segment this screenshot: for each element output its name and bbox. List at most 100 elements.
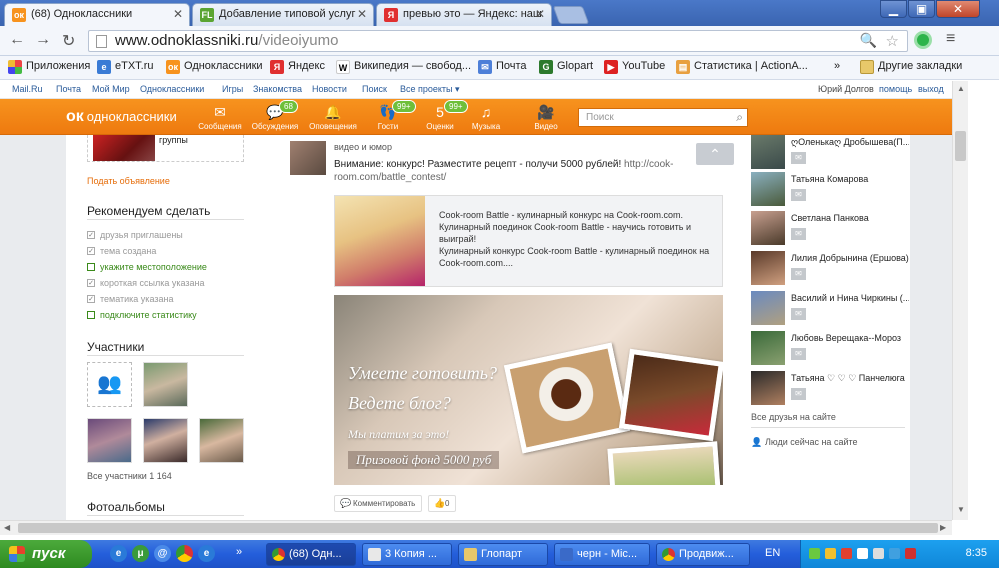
link-novosti[interactable]: Новости: [312, 84, 347, 94]
tray-icon[interactable]: [905, 548, 916, 559]
nav-messages[interactable]: ✉ Сообщения: [194, 102, 246, 131]
utorrent-icon[interactable]: μ: [132, 545, 149, 562]
friend-item[interactable]: ღОленькаღ Дробышева(П... ✉: [751, 135, 909, 171]
nav-ratings[interactable]: 5 Оценки 99+: [414, 100, 468, 131]
close-icon[interactable]: ✕: [357, 7, 367, 21]
nav-guests[interactable]: 👣 Гости 99+: [362, 100, 416, 131]
bookmark-ok[interactable]: ок Одноклассники: [166, 60, 263, 74]
language-indicator[interactable]: EN: [765, 547, 780, 559]
bookmark-other[interactable]: Другие закладки: [860, 60, 962, 74]
taskbar-item-copy[interactable]: 3 Копия ...: [362, 543, 452, 566]
site-logo[interactable]: ок одноклассники: [66, 108, 177, 126]
logout-link[interactable]: выход: [918, 84, 944, 94]
scroll-thumb[interactable]: [955, 131, 966, 161]
member-photo[interactable]: [87, 418, 132, 463]
back-icon[interactable]: ←: [9, 31, 25, 49]
ie-icon[interactable]: e: [198, 545, 215, 562]
add-member-icon[interactable]: 👥: [87, 362, 132, 407]
recommend-item[interactable]: подключите статистику: [87, 310, 197, 320]
new-tab-button[interactable]: [552, 6, 590, 24]
comment-button[interactable]: 💬 Комментировать: [334, 495, 423, 512]
nav-notifications[interactable]: 🔔 Оповещения: [307, 102, 359, 131]
bookmark-mail[interactable]: ✉ Почта: [478, 60, 527, 74]
post-ad-link[interactable]: Подать объявление: [87, 176, 170, 186]
friend-item[interactable]: Татьяна ♡ ♡ ♡ Панчелюга ✉: [751, 371, 905, 407]
friend-item[interactable]: Лилия Добрынина (Ершова) ✉: [751, 251, 909, 287]
bookmarks-more[interactable]: »: [834, 60, 840, 72]
help-link[interactable]: помощь: [879, 84, 912, 94]
maximize-button[interactable]: ▣: [908, 0, 935, 18]
bookmark-wikipedia[interactable]: W Википедия — свобод...: [336, 60, 471, 74]
star-icon[interactable]: ☆: [886, 32, 899, 50]
minimize-button[interactable]: ▁: [880, 0, 907, 18]
bookmark-glopart[interactable]: G Glopart: [539, 60, 593, 74]
friend-item[interactable]: Светлана Панкова ✉: [751, 211, 901, 247]
all-friends-link[interactable]: Все друзья на сайте: [751, 412, 836, 422]
member-photo[interactable]: [143, 418, 188, 463]
nav-music[interactable]: ♫ Музыка: [460, 102, 512, 131]
group-avatar[interactable]: [290, 141, 326, 175]
tab-fl[interactable]: FL Добавление типовой услуг ✕: [192, 3, 374, 26]
link-preview-card[interactable]: Cook-room Battle - кулинарный конкурс на…: [334, 195, 723, 287]
volume-icon[interactable]: [873, 548, 884, 559]
nav-video[interactable]: 🎥 Видео: [520, 102, 572, 131]
taskbar-item-word[interactable]: черн - Mic...: [554, 543, 650, 566]
user-name[interactable]: Юрий Долгов: [818, 84, 874, 94]
close-icon[interactable]: ✕: [173, 7, 183, 21]
chrome-icon[interactable]: [176, 545, 193, 562]
tab-odnoklassniki[interactable]: ок (68) Одноклассники ✕: [4, 3, 190, 26]
start-button[interactable]: пуск: [0, 540, 92, 568]
bookmark-actionads[interactable]: ▤ Статистика | ActionA...: [676, 60, 808, 74]
tray-icon[interactable]: [809, 548, 820, 559]
people-online-link[interactable]: 👤 Люди сейчас на сайте: [751, 437, 858, 447]
tray-icon[interactable]: [841, 548, 852, 559]
link-poisk[interactable]: Поиск: [362, 84, 387, 94]
post-group-name[interactable]: видео и юмор: [334, 141, 392, 154]
post-banner-image[interactable]: Умеете готовить? Ведете блог? Мы платим …: [334, 295, 723, 485]
friend-item[interactable]: Татьяна Комарова ✉: [751, 172, 901, 208]
network-icon[interactable]: [857, 548, 868, 559]
url-input[interactable]: www.odnoklassniki.ru/videoiyumo 🔍 ☆: [88, 30, 908, 52]
mailagent-icon[interactable]: @: [154, 545, 171, 562]
scroll-up-button[interactable]: ⌃: [696, 143, 734, 165]
close-window-button[interactable]: ✕: [936, 0, 980, 18]
ie-icon[interactable]: e: [110, 545, 127, 562]
friend-item[interactable]: Василий и Нина Чиркины (... ✉: [751, 291, 909, 327]
nav-discussions[interactable]: 💬 Обсуждения 68: [249, 100, 301, 131]
friend-item[interactable]: Любовь Верещака--Мороз ✉: [751, 331, 901, 367]
all-members-link[interactable]: Все участники 1 164: [87, 471, 172, 481]
tab-yandex[interactable]: Я превью это — Яндекс: наш ✕: [376, 3, 552, 26]
bookmark-yandex[interactable]: Я Яндекс: [270, 60, 325, 74]
link-pochta[interactable]: Почта: [56, 84, 81, 94]
scroll-thumb[interactable]: [18, 523, 938, 533]
menu-icon[interactable]: ≡: [946, 30, 955, 48]
forward-icon[interactable]: →: [35, 31, 51, 49]
link-all-projects[interactable]: Все проекты ▾: [400, 84, 460, 95]
link-znakomstva[interactable]: Знакомства: [253, 84, 302, 94]
search-icon[interactable]: ⌕: [736, 110, 743, 125]
horizontal-scrollbar[interactable]: ◀ ▶: [0, 520, 952, 535]
taskbar-item-glopart[interactable]: Глопарт: [458, 543, 548, 566]
group-photo[interactable]: [93, 135, 155, 161]
taskbar-item-chrome[interactable]: (68) Одн...: [266, 543, 356, 566]
bookmark-apps[interactable]: Приложения: [8, 60, 90, 74]
tray-icon[interactable]: [825, 548, 836, 559]
tray-icon[interactable]: [889, 548, 900, 559]
close-icon[interactable]: ✕: [535, 7, 545, 21]
member-photo[interactable]: [199, 418, 244, 463]
bookmark-etxt[interactable]: e eTXT.ru: [97, 60, 154, 74]
taskbar-item-promo[interactable]: Продвиж...: [656, 543, 750, 566]
link-odnoklassniki[interactable]: Одноклассники: [140, 84, 204, 94]
member-photo[interactable]: [143, 362, 188, 407]
site-search-input[interactable]: Поиск ⌕: [578, 108, 748, 127]
bookmark-youtube[interactable]: ▶ YouTube: [604, 60, 665, 74]
zoom-icon[interactable]: 🔍: [860, 32, 877, 49]
recommend-item[interactable]: укажите местоположение: [87, 262, 207, 272]
link-moimir[interactable]: Мой Мир: [92, 84, 130, 94]
link-igry[interactable]: Игры: [222, 84, 243, 94]
clock[interactable]: 8:35: [966, 547, 987, 559]
vertical-scrollbar[interactable]: ▲ ▼: [952, 81, 968, 520]
quicklaunch-more[interactable]: »: [236, 546, 242, 558]
extension-icon[interactable]: [914, 31, 932, 49]
link-mailru[interactable]: Mail.Ru: [12, 84, 43, 94]
